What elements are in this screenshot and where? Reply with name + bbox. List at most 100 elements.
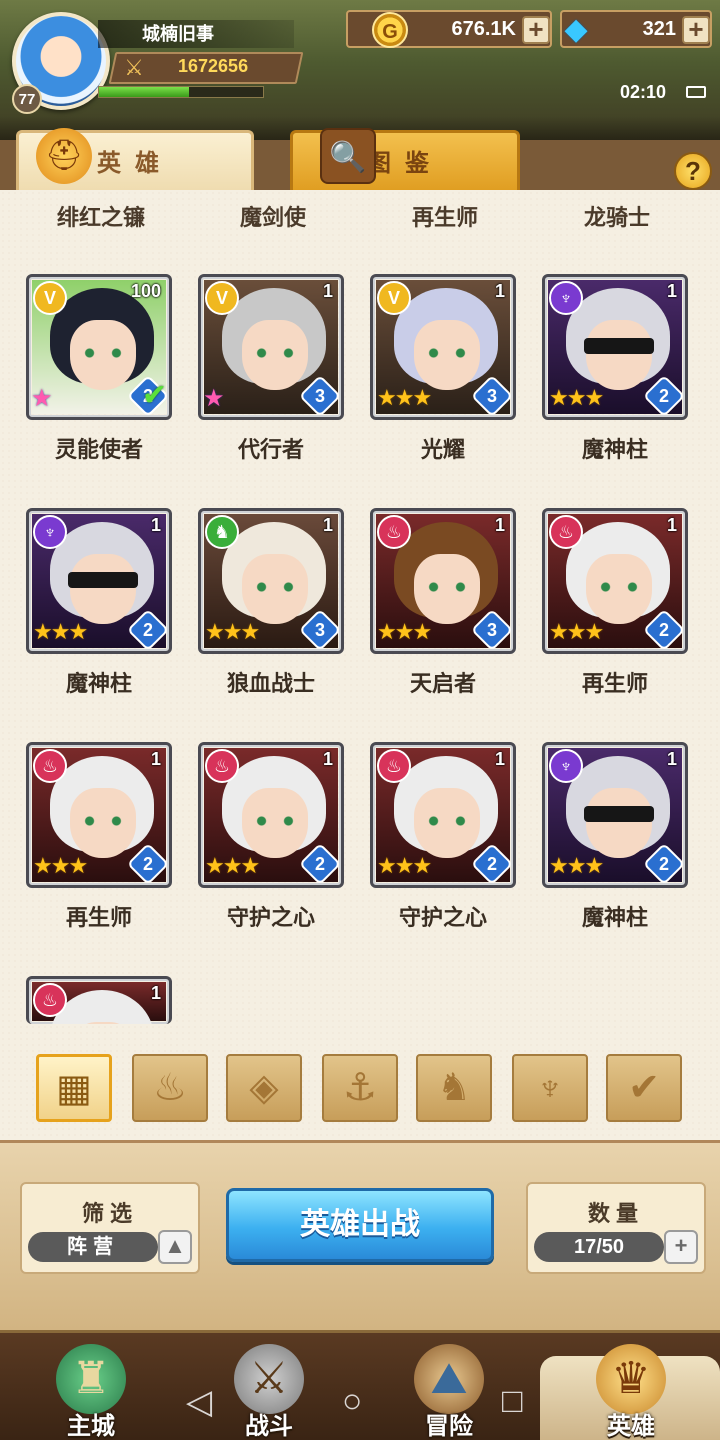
status-clock: 02:10 [620,82,667,102]
hero-eyes [254,348,296,358]
faction-badge-icon: ♨ [205,749,239,783]
crossed-swords-icon: ⚔ [124,55,144,80]
system-recent-icon[interactable]: □ [502,1382,523,1421]
faction-badge-icon: ♨ [33,749,67,783]
tab-hero-label: 英雄 [97,150,173,177]
tier-value: 3 [314,386,325,406]
tier-value: 2 [658,386,669,406]
map-scroll-icon: ⛰ [414,1344,484,1414]
faction-badge-icon: ♆ [549,281,583,315]
system-back-icon[interactable]: ◁ [186,1382,212,1422]
faction-filter-row: ▦ ♨ ◈ ⚓ ♞ ♆ ✔ [0,1050,720,1130]
add-gold-button[interactable]: + [522,16,550,44]
golden-helmet-icon: ♛ [596,1344,666,1414]
nav-hero[interactable]: ♛ 英雄 [566,1330,696,1440]
star-rating: ★★★ [549,853,604,878]
deploy-heroes-button[interactable]: 英雄出战 [226,1188,494,1262]
magnifier-icon: 🔍 [320,128,376,184]
star-rating: ★★★ [549,619,604,644]
hero-card[interactable]: ♆ 1 ★★★ 2 [542,274,688,420]
hero-list-panel[interactable]: 绯红之镰 魔剑使 再生师 龙骑士 V 100 ★ 2 ✔ 灵能使者 V 1 ★ 3 代行者 V 1 ★★★… [0,190,720,1140]
hero-name: 灵能使者 [54,437,143,462]
filter-diamond-button[interactable]: ◈ [226,1054,302,1122]
hero-name: 再生师 [411,205,478,230]
crossed-swords-icon: ⚔ [234,1344,304,1414]
filter-demon-button[interactable]: ♆ [512,1054,588,1122]
faction-badge-icon: V [33,281,67,315]
combat-power-value: 1672656 [178,56,249,76]
helmet-icon: ⛑ [36,128,92,184]
hero-level: 1 [666,515,677,535]
hero-card[interactable]: ♨ 1 ★★★ 2 [26,742,172,888]
filter-anchor-button[interactable]: ⚓ [322,1054,398,1122]
faction-badge-icon: ♆ [33,515,67,549]
partial-row-names: 绯红之镰 魔剑使 再生师 龙骑士 [0,190,720,236]
hero-name: 魔神柱 [65,671,132,696]
star-rating: ★★★ [549,385,604,410]
tier-value: 2 [314,854,325,874]
hero-name: 代行者 [237,437,304,462]
nav-battle[interactable]: ⚔ 战斗 [204,1330,334,1440]
hero-card[interactable]: ♨ 1 ★★★ 2 [542,508,688,654]
tab-atlas-label: 图鉴 [367,150,443,177]
tier-value: 3 [486,620,497,640]
star-rating: ★★★ [377,853,432,878]
hero-eyes [254,582,296,592]
filter-crest-button[interactable]: ✔ [606,1054,682,1122]
hero-name: 魔神柱 [581,905,648,930]
hero-card[interactable]: V 1 ★ 3 [198,274,344,420]
faction-badge-icon: ♨ [377,515,411,549]
help-button[interactable]: ? [674,152,712,190]
filter-wolf-button[interactable]: ♞ [416,1054,492,1122]
hero-eyes [82,816,124,826]
nav-adventure-label: 冒险 [425,1413,473,1440]
hero-name: 魔剑使 [239,205,306,230]
hero-name: 天启者 [409,671,476,696]
hero-level: 1 [666,281,677,301]
add-gems-button[interactable]: + [682,16,710,44]
player-name: 城楠旧事 [98,20,294,48]
hero-card[interactable]: ♨ 1 ★★★ 2 [198,742,344,888]
star-rating: ★★★ [377,385,432,410]
faction-badge-icon: ♞ [205,515,239,549]
tier-value: 3 [314,620,325,640]
filter-flame-button[interactable]: ♨ [132,1054,208,1122]
hero-card[interactable]: ♆ 1 ★★★ 2 [542,742,688,888]
rainbow-star-icon: ★ [203,385,225,412]
hero-card[interactable]: V 1 ★★★ 3 [370,274,516,420]
star-rating: ★★★ [33,619,88,644]
star-rating: ★★★ [33,853,88,878]
faction-badge-icon: ♨ [549,515,583,549]
battery-icon [686,86,706,98]
hero-eyes [426,582,468,592]
hero-face [586,788,652,858]
faction-badge-icon: ♨ [33,983,67,1017]
hero-count-value: 17/50 [534,1232,664,1262]
nav-battle-label: 战斗 [245,1413,293,1440]
filter-toggle-button[interactable]: ▲ [158,1230,192,1264]
castle-icon: ♜ [56,1344,126,1414]
hero-card[interactable]: ♨ 1 ★★★ 2 [370,742,516,888]
system-home-icon[interactable]: ○ [342,1382,363,1421]
expand-capacity-button[interactable]: + [664,1230,698,1264]
hero-card[interactable]: ♞ 1 ★★★ 3 [198,508,344,654]
hero-card[interactable]: V 100 ★ 2 ✔ [26,274,172,420]
nav-main-city-label: 主城 [67,1413,115,1440]
xp-bar [98,86,264,98]
hero-level: 1 [666,749,677,769]
gold-amount: 676.1K [451,18,517,40]
filter-title: 筛选 [81,1201,138,1226]
nav-adventure[interactable]: ⛰ 冒险 [384,1330,514,1440]
selected-check-icon: ✔ [141,379,167,412]
gold-coin-icon: G [372,12,408,48]
nav-hero-label: 英雄 [607,1413,655,1440]
hero-card[interactable]: ♨ 1 ★★★ 3 [370,508,516,654]
hero-name: 光耀 [420,437,465,462]
filter-all-button[interactable]: ▦ [36,1054,112,1122]
hero-card[interactable]: ♆ 1 ★★★ 2 [26,508,172,654]
hero-name: 龙骑士 [583,205,650,230]
hero-card[interactable]: ♨ 1 [26,976,172,1024]
nav-main-city[interactable]: ♜ 主城 [26,1330,156,1440]
hero-level: 1 [322,281,333,301]
hero-eyes [598,582,640,592]
